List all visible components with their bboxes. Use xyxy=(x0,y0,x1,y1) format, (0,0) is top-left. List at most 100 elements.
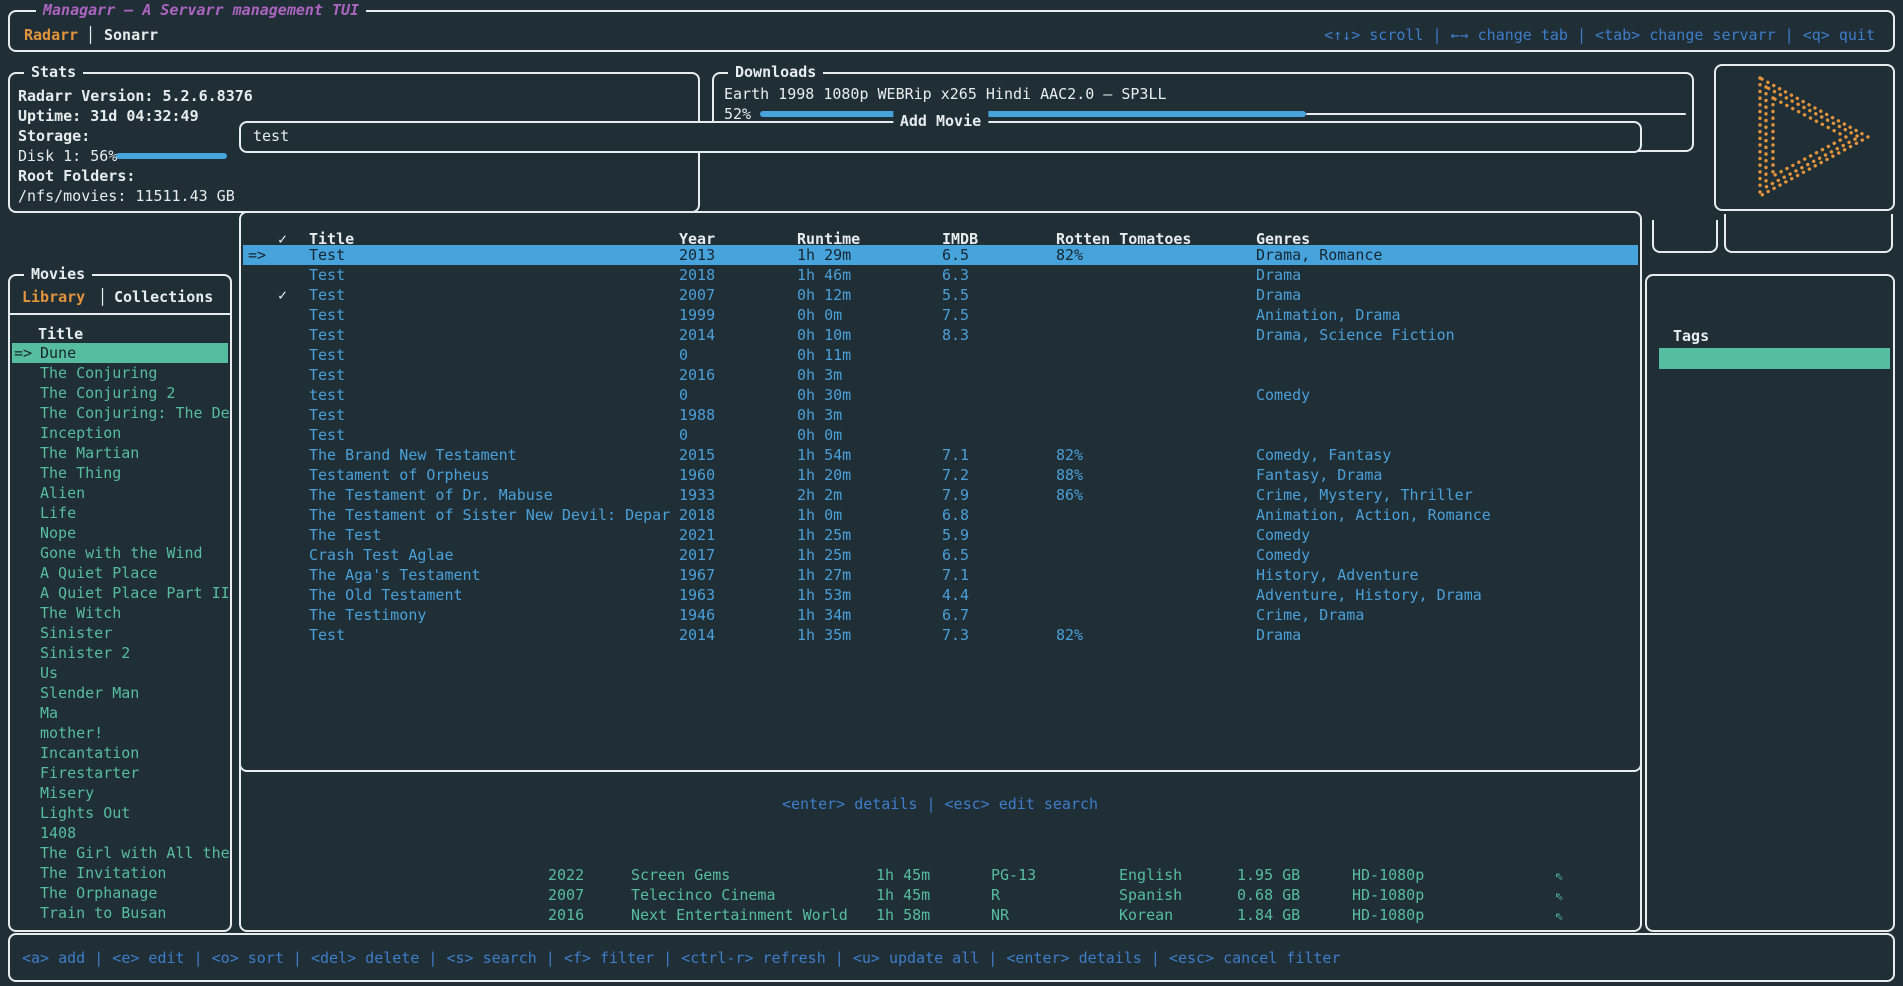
result-row[interactable]: The Testimony19461h 34m6.7Crime, Drama xyxy=(243,605,1638,625)
result-row[interactable]: Test20160h 3m xyxy=(243,365,1638,385)
movie-list-item[interactable]: Gone with the Wind xyxy=(12,543,228,563)
movie-list-item[interactable]: The Orphanage xyxy=(12,883,228,903)
movie-list-item[interactable]: A Quiet Place xyxy=(12,563,228,583)
tab-library[interactable]: Library xyxy=(22,287,85,307)
cell-year: 0 xyxy=(679,385,688,405)
cell-studio: Telecinco Cinema xyxy=(631,885,776,905)
movie-title: The Witch xyxy=(40,603,121,623)
tab-collections[interactable]: Collections xyxy=(114,287,213,307)
movie-title: The Invitation xyxy=(40,863,166,883)
movie-title: The Conjuring xyxy=(40,363,157,383)
cell-genres: History, Adventure xyxy=(1256,565,1419,585)
movie-title: The Martian xyxy=(40,443,139,463)
movie-list-item[interactable]: The Thing xyxy=(12,463,228,483)
downloads-panel-title: Downloads xyxy=(728,62,823,82)
background-panel-fragment-right xyxy=(1724,214,1893,253)
movie-list-item[interactable]: Lights Out xyxy=(12,803,228,823)
cell-rotten_tomatoes: 86% xyxy=(1056,485,1083,505)
result-row[interactable]: Crash Test Aglae20171h 25m6.5Comedy xyxy=(243,545,1638,565)
cell-imdb: 6.8 xyxy=(942,505,969,525)
tags-selected-row[interactable] xyxy=(1659,348,1890,369)
result-row[interactable]: =>Test20131h 29m6.582%Drama, Romance xyxy=(243,245,1638,265)
cell-title: The Testimony xyxy=(309,605,426,625)
tabs-separator xyxy=(10,313,230,315)
cell-runtime: 0h 0m xyxy=(797,425,842,445)
result-row[interactable]: The Old Testament19631h 53m4.4Adventure,… xyxy=(243,585,1638,605)
cell-imdb: 7.1 xyxy=(942,445,969,465)
movie-title: Life xyxy=(40,503,76,523)
result-row[interactable]: ✓Test20070h 12m5.5Drama xyxy=(243,285,1638,305)
result-row[interactable]: The Brand New Testament20151h 54m7.182%C… xyxy=(243,445,1638,465)
movie-list-item[interactable]: Life xyxy=(12,503,228,523)
tags-label: Tags xyxy=(1673,326,1709,346)
movie-list-item[interactable]: Us xyxy=(12,663,228,683)
add-movie-search-input[interactable] xyxy=(251,126,1625,146)
movie-list-item[interactable]: The Girl with All the xyxy=(12,843,228,863)
collection-movie-row[interactable]: 2022Screen Gems1h 45mPG-13English1.95 GB… xyxy=(0,865,1903,885)
movie-list-item[interactable]: The Invitation xyxy=(12,863,228,883)
movie-list-item[interactable]: The Witch xyxy=(12,603,228,623)
movie-list-item[interactable]: A Quiet Place Part II xyxy=(12,583,228,603)
cell-runtime: 0h 0m xyxy=(797,305,842,325)
movie-list-item[interactable]: Incantation xyxy=(12,743,228,763)
cell-year: 2007 xyxy=(548,885,584,905)
cell-title: Test xyxy=(309,425,345,445)
cell-quality: HD-1080p xyxy=(1352,905,1424,925)
cell-year: 1946 xyxy=(679,605,715,625)
movie-list-item[interactable]: Sinister xyxy=(12,623,228,643)
cell-genres: Comedy xyxy=(1256,545,1310,565)
tab-sonarr[interactable]: Sonarr xyxy=(104,25,158,45)
result-row[interactable]: Test00h 0m xyxy=(243,425,1638,445)
cell-studio: Next Entertainment World xyxy=(631,905,848,925)
cell-title: test xyxy=(309,385,345,405)
movie-list-item[interactable]: =>Dune xyxy=(12,343,228,363)
movie-list-item[interactable]: The Conjuring xyxy=(12,363,228,383)
library-tab-divider: │ xyxy=(98,287,107,307)
movie-list-item[interactable]: Slender Man xyxy=(12,683,228,703)
cell-certification: NR xyxy=(991,905,1009,925)
result-row[interactable]: Test20181h 46m6.3Drama xyxy=(243,265,1638,285)
movie-title: Inception xyxy=(40,423,121,443)
movie-list-item[interactable]: mother! xyxy=(12,723,228,743)
movie-list-item[interactable]: Ma xyxy=(12,703,228,723)
result-row[interactable]: The Test20211h 25m5.9Comedy xyxy=(243,525,1638,545)
movie-list-item[interactable]: Sinister 2 xyxy=(12,643,228,663)
cell-title: Test xyxy=(309,365,345,385)
collection-movie-row[interactable]: 2007Telecinco Cinema1h 45mRSpanish0.68 G… xyxy=(0,885,1903,905)
cell-runtime: 1h 20m xyxy=(797,465,851,485)
result-row[interactable]: The Testament of Dr. Mabuse19332h 2m7.98… xyxy=(243,485,1638,505)
result-row[interactable]: The Aga's Testament19671h 27m7.1History,… xyxy=(243,565,1638,585)
movie-title: The Thing xyxy=(40,463,121,483)
cell-year: 2018 xyxy=(679,505,715,525)
cell-runtime: 1h 45m xyxy=(876,885,930,905)
movie-list-item[interactable]: The Conjuring: The De xyxy=(12,403,228,423)
cell-title: The Old Testament xyxy=(309,585,463,605)
movie-title: A Quiet Place xyxy=(40,563,157,583)
result-row[interactable]: Test00h 11m xyxy=(243,345,1638,365)
movie-list-item[interactable]: Alien xyxy=(12,483,228,503)
collection-movie-row[interactable]: 2016Next Entertainment World1h 58mNRKore… xyxy=(0,905,1903,925)
result-row[interactable]: Test19990h 0m7.5Animation, Drama xyxy=(243,305,1638,325)
cell-genres: Fantasy, Drama xyxy=(1256,465,1382,485)
result-row[interactable]: The Testament of Sister New Devil: Depar… xyxy=(243,505,1638,525)
movie-list-item[interactable]: Inception xyxy=(12,423,228,443)
movie-list-item[interactable]: The Martian xyxy=(12,443,228,463)
movie-list-item[interactable]: Firestarter xyxy=(12,763,228,783)
cell-runtime: 1h 46m xyxy=(797,265,851,285)
result-row[interactable]: test00h 30mComedy xyxy=(243,385,1638,405)
movie-list-item[interactable]: Train to Busan xyxy=(12,903,228,923)
result-row[interactable]: Test20141h 35m7.382%Drama xyxy=(243,625,1638,645)
cell-title: Testament of Orpheus xyxy=(309,465,490,485)
cell-genres: Crime, Drama xyxy=(1256,605,1364,625)
result-row[interactable]: Test20140h 10m8.3Drama, Science Fiction xyxy=(243,325,1638,345)
movie-list-item[interactable]: Nope xyxy=(12,523,228,543)
movie-list-item[interactable]: The Conjuring 2 xyxy=(12,383,228,403)
modal-keybind-hints: <enter> details | <esc> edit search xyxy=(782,794,1098,814)
result-row[interactable]: Testament of Orpheus19601h 20m7.288%Fant… xyxy=(243,465,1638,485)
cell-certification: R xyxy=(991,885,1000,905)
tab-radarr[interactable]: Radarr xyxy=(24,25,78,45)
movie-list-item[interactable]: 1408 xyxy=(12,823,228,843)
movie-list-item[interactable]: Misery xyxy=(12,783,228,803)
result-row[interactable]: Test19880h 3m xyxy=(243,405,1638,425)
cell-imdb: 7.3 xyxy=(942,625,969,645)
